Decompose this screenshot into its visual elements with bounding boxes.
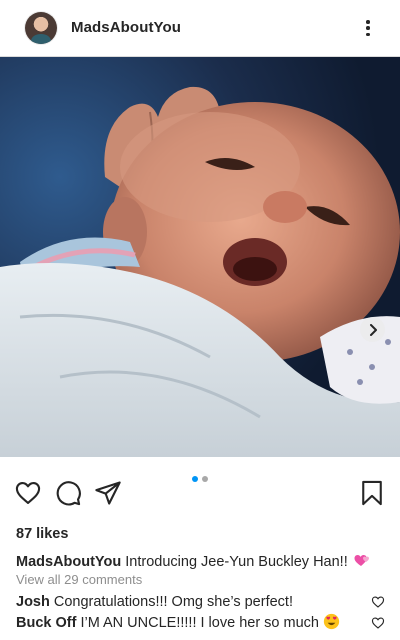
comment-text: Congratulations!!! Omg she’s perfect! bbox=[53, 594, 293, 610]
bookmark-icon[interactable] bbox=[358, 479, 386, 507]
view-all-comments-link[interactable]: View all 29 comments bbox=[16, 572, 142, 587]
heart-eyes-emoji bbox=[323, 613, 340, 635]
comment-username[interactable]: Buck Off bbox=[16, 615, 76, 631]
chevron-right-icon bbox=[369, 323, 377, 336]
comment-text: I’M AN UNCLE!!!!! I love her so much bbox=[80, 615, 319, 631]
next-photo-button[interactable] bbox=[360, 317, 385, 342]
heart-icon[interactable] bbox=[371, 616, 385, 630]
heart-icon[interactable] bbox=[14, 479, 42, 507]
comment-username[interactable]: Josh bbox=[16, 594, 50, 610]
post-caption: MadsAboutYou Introducing Jee-Yun Buckley… bbox=[16, 553, 386, 574]
comment-row: Buck Off I’M AN UNCLE!!!!! I love her so… bbox=[16, 613, 361, 635]
action-bar bbox=[0, 479, 400, 511]
profile-avatar[interactable] bbox=[25, 12, 57, 44]
caption-username[interactable]: MadsAboutYou bbox=[16, 554, 121, 570]
post-photo[interactable] bbox=[0, 57, 400, 457]
comment-bubble-icon[interactable] bbox=[54, 479, 82, 507]
comment-row: Josh Congratulations!!! Omg she’s perfec… bbox=[16, 593, 361, 611]
more-options-icon[interactable] bbox=[360, 16, 376, 40]
two-hearts-emoji bbox=[352, 553, 370, 574]
likes-count[interactable]: 87 likes bbox=[16, 526, 68, 542]
paper-plane-icon[interactable] bbox=[94, 479, 122, 507]
caption-text: Introducing Jee-Yun Buckley Han!! bbox=[125, 554, 348, 570]
baby-photo-illustration bbox=[0, 57, 400, 457]
post-header: MadsAboutYou bbox=[0, 0, 400, 57]
heart-icon[interactable] bbox=[371, 595, 385, 609]
header-username[interactable]: MadsAboutYou bbox=[71, 19, 181, 36]
